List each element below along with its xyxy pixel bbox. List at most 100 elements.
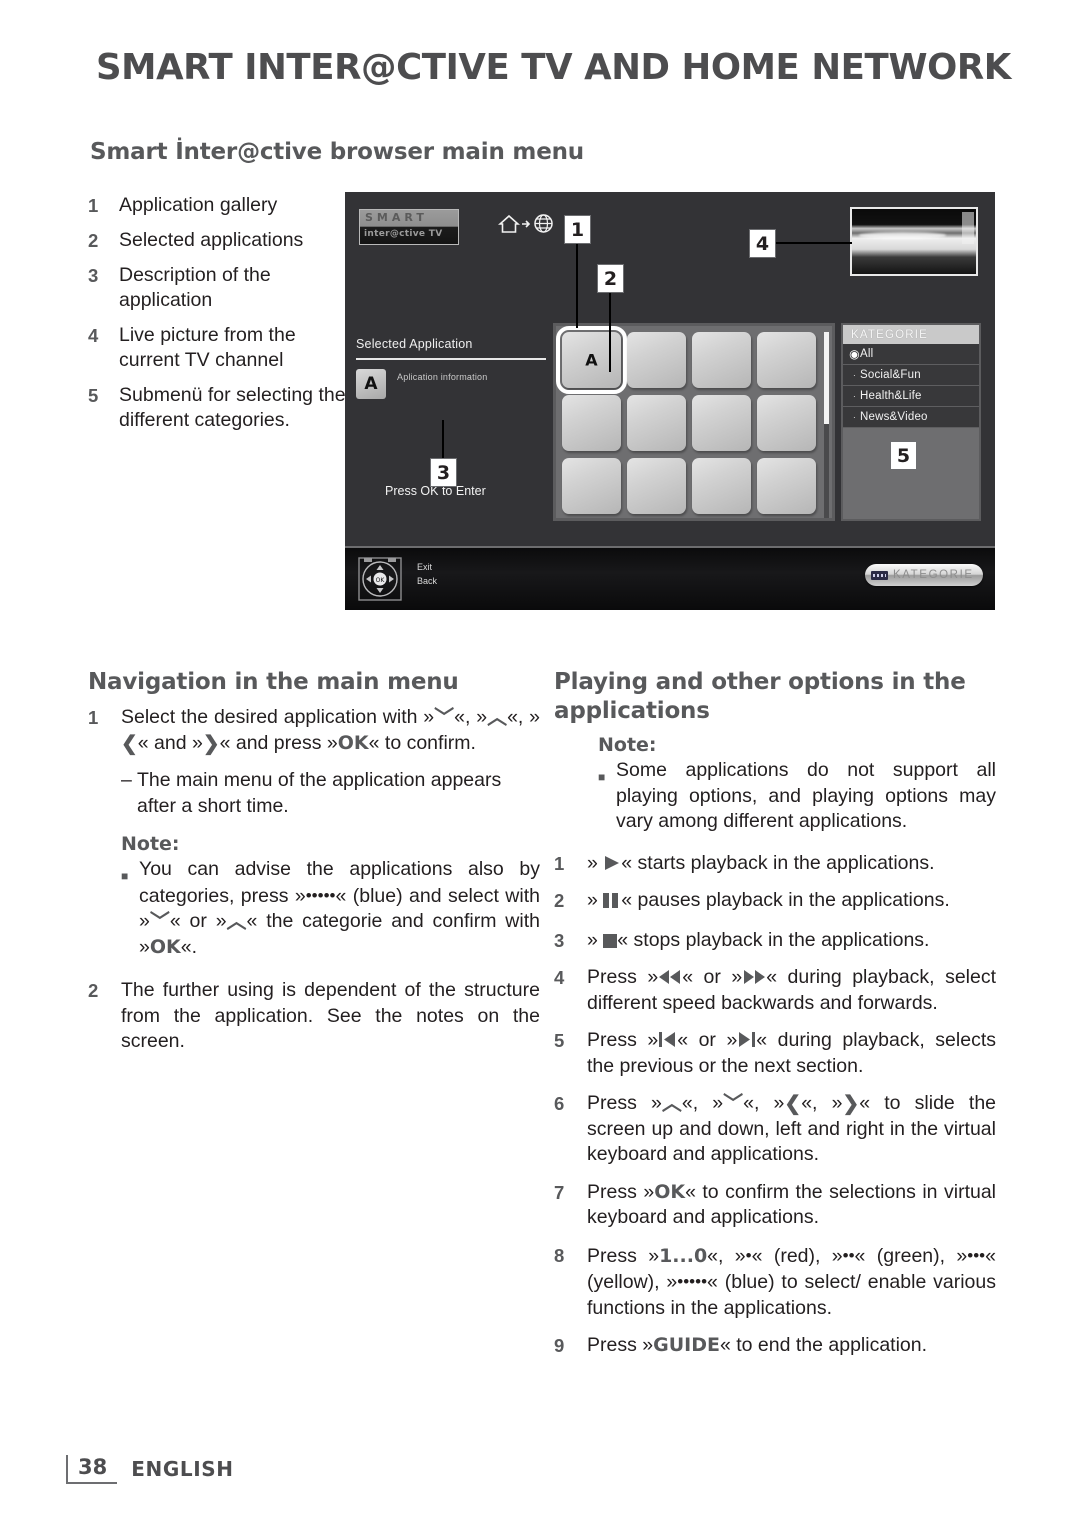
svg-text:OK: OK: [376, 577, 386, 584]
down-arrow-icon: ﹀: [723, 1093, 744, 1115]
application-gallery[interactable]: A: [553, 323, 835, 521]
up-arrow-icon: ︿: [226, 911, 247, 933]
up-arrow-icon: ︿: [661, 1093, 682, 1115]
step-text-part: «, »: [454, 706, 488, 728]
legend-list: 1 Application gallery 2 Selected applica…: [88, 193, 346, 443]
selected-application-title: Selected Application: [356, 337, 473, 351]
logo-line-2: inter@ctive TV: [364, 229, 443, 239]
guide-key-label: GUIDE: [653, 1334, 720, 1356]
step-number: 3: [554, 929, 565, 951]
navigation-note: ■ You can advise the applications also b…: [121, 857, 540, 960]
step-text-part: « (red), »: [751, 1244, 843, 1267]
arrow-right-icon: [522, 219, 531, 229]
live-tv-picture: [850, 207, 978, 276]
legend-item-label: Selected applications: [119, 229, 304, 251]
gallery-scrollbar[interactable]: [824, 332, 829, 518]
legend-item-number: 1: [88, 195, 99, 216]
step-number: 9: [554, 1335, 565, 1356]
step-text-part: «, »: [707, 1244, 746, 1267]
app-tile[interactable]: [627, 395, 686, 451]
callout-4-leader-line: [774, 242, 852, 244]
step-number: 6: [554, 1093, 565, 1114]
exit-label: Exit: [417, 562, 433, 572]
callout-5: 5: [890, 441, 917, 470]
legend-item: 4 Live picture from the current TV chann…: [88, 323, 346, 373]
callout-1: 1: [564, 215, 591, 244]
ok-key-label: OK: [149, 935, 181, 958]
radio-icon: ·: [852, 412, 857, 422]
callout-3: 3: [430, 458, 457, 487]
app-tile-selected[interactable]: A: [556, 326, 627, 394]
step-text-part: Press »: [587, 1334, 654, 1356]
navigation-heading: Navigation in the main menu: [88, 669, 459, 695]
playing-step-9: 9 Press »GUIDE« to end the application.: [554, 1333, 996, 1359]
note-text-part: « or »: [169, 910, 227, 932]
step-text-part: «, »: [681, 1092, 724, 1114]
step-number: 5: [554, 1030, 565, 1051]
navigation-step-2: 2 The further using is dependent of the …: [88, 978, 540, 1055]
category-item-news-video[interactable]: · News&Video: [843, 407, 979, 428]
step-text-part: « pauses playback in the applications.: [621, 889, 950, 911]
app-tile[interactable]: [692, 395, 751, 451]
step-text: The further using is dependent of the st…: [121, 979, 540, 1052]
step-text-part: «, »: [743, 1092, 785, 1114]
yellow-key-dots-icon: •••: [967, 1245, 986, 1265]
legend-item-label: Description of the application: [119, 264, 271, 311]
app-tile[interactable]: [562, 458, 621, 514]
app-tile[interactable]: [757, 395, 816, 451]
fast-forward-icon: [742, 966, 766, 988]
step-text-part: « and press »: [219, 731, 338, 754]
legend-item-number: 3: [88, 265, 99, 286]
step-number: 1: [554, 852, 565, 874]
app-tile[interactable]: [562, 395, 621, 451]
app-tile[interactable]: [757, 458, 816, 514]
category-item-health-life[interactable]: · Health&Life: [843, 386, 979, 407]
app-tile[interactable]: [692, 458, 751, 514]
step-text: Press »GUIDE« to end the application.: [587, 1333, 996, 1359]
playing-step-3: 3 » « stops playback in the applications…: [554, 928, 996, 954]
app-tile-label: A: [585, 350, 598, 370]
callout-2-leader-line: [609, 291, 611, 372]
playing-step-2: 2 » « pauses playback in the application…: [554, 888, 996, 916]
step-text-part: « to confirm.: [368, 731, 476, 754]
category-item-label: Social&Fun: [860, 369, 921, 381]
stop-icon: [603, 933, 618, 948]
step-text-part: « starts playback in the applications.: [621, 851, 935, 874]
app-tile[interactable]: [757, 332, 816, 388]
home-globe-icon-group: [498, 213, 554, 234]
playing-step-8: 8 Press »1...0«, »•« (red), »••« (green)…: [554, 1243, 996, 1322]
kategorie-button-label: KATEGORIE: [893, 569, 974, 581]
section-title: Smart İnter@ctive browser main menu: [90, 139, 584, 165]
page-title: SMART INTER@CTIVE TV AND HOME NETWORK: [96, 47, 1011, 88]
number-keys-label: 1...0: [659, 1244, 708, 1267]
page-footer: 38 ENGLISH: [66, 1455, 234, 1484]
right-arrow-icon: ❯: [202, 732, 220, 755]
application-information-text: Aplication information: [397, 372, 488, 382]
callout-3-leader-line: [442, 420, 444, 460]
category-item-all[interactable]: ◉ All: [843, 344, 979, 365]
gallery-scrollbar-thumb[interactable]: [824, 332, 829, 424]
application-grid: A: [556, 326, 816, 514]
note-text: You can advise the applications also by …: [139, 857, 540, 960]
step-text: Select the desired application with »﹀«,…: [121, 705, 540, 756]
note-text: Some applications do not support all pla…: [616, 759, 996, 832]
step-text-part: »: [587, 889, 598, 911]
smart-interactive-logo: SMART inter@ctive TV: [359, 209, 459, 245]
step-text: Press » « or » « during playback, select d…: [587, 965, 996, 1016]
app-tile[interactable]: [627, 458, 686, 514]
next-section-icon: [737, 1029, 756, 1051]
category-submenu[interactable]: KATEGORIE ◉ All · Social&Fun · Health&Li…: [841, 323, 981, 521]
navigation-column: Navigation in the main menu 1 Select the…: [88, 668, 540, 1067]
app-tile[interactable]: [692, 332, 751, 388]
category-item-social-fun[interactable]: · Social&Fun: [843, 365, 979, 386]
kategorie-button[interactable]: KATEGORIE: [865, 564, 983, 586]
dash-marker: –: [121, 769, 132, 791]
step-text: » « pauses playback in the applications.: [587, 888, 996, 916]
tv-bottom-bar: OK Exit Back KATEGORIE: [345, 546, 995, 610]
step-text-part: « and »: [137, 731, 203, 754]
step-text-part: Press »: [587, 1180, 655, 1203]
step-text-part: Press »: [587, 1244, 660, 1267]
playing-heading: Playing and other options in the applica…: [554, 669, 966, 724]
app-tile[interactable]: [627, 332, 686, 388]
selected-application-tile: A: [356, 369, 386, 399]
